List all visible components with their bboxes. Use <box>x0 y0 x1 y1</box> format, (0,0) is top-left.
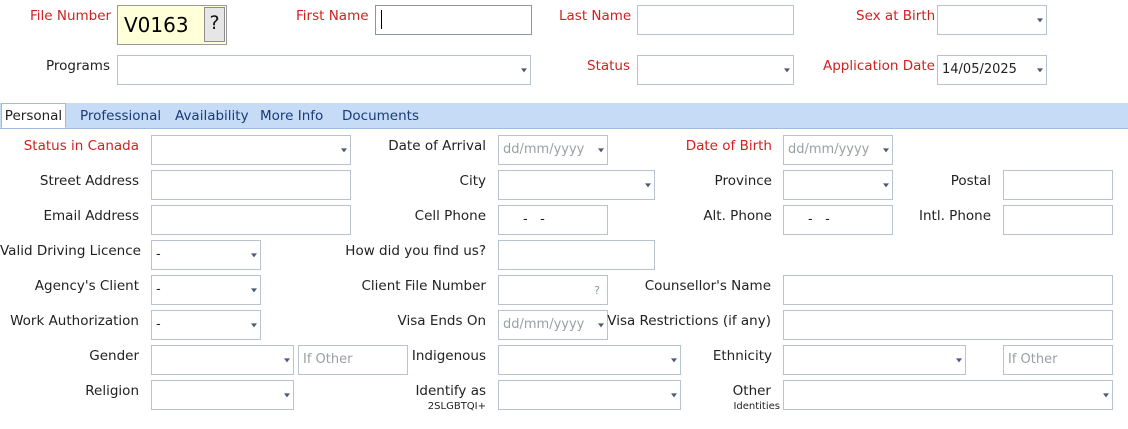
chevron-down-icon <box>883 183 889 188</box>
tab-more-info[interactable]: More Info <box>260 103 323 128</box>
date-of-birth-label: Date of Birth <box>685 138 772 154</box>
programs-select[interactable] <box>117 55 531 85</box>
intl-phone-input[interactable] <box>1003 205 1113 235</box>
alt-phone-label: Alt. Phone <box>703 208 772 224</box>
sex-at-birth-select[interactable] <box>937 5 1047 35</box>
cell-phone-mask: - - <box>523 212 545 227</box>
tab-personal[interactable]: Personal <box>1 103 66 128</box>
street-address-label: Street Address <box>39 173 139 189</box>
file-number-label: File Number <box>30 8 112 24</box>
visa-ends-picker[interactable]: dd/mm/yyyy <box>498 310 608 340</box>
date-of-arrival-picker[interactable]: dd/mm/yyyy <box>498 135 608 165</box>
chevron-down-icon <box>521 68 527 73</box>
chevron-down-icon <box>284 393 290 398</box>
date-of-arrival-label: Date of Arrival <box>388 138 486 154</box>
chevron-down-icon <box>251 253 257 258</box>
status-select[interactable] <box>637 55 794 85</box>
agency-client-select[interactable]: - <box>151 275 261 305</box>
sex-at-birth-label: Sex at Birth <box>856 8 936 24</box>
ethnicity-select[interactable] <box>783 345 966 375</box>
intl-phone-label: Intl. Phone <box>919 208 991 224</box>
client-file-number-input[interactable]: ? <box>498 275 608 305</box>
chevron-down-icon <box>284 358 290 363</box>
ethnicity-other-placeholder: If Other <box>1008 352 1058 367</box>
programs-label: Programs <box>46 58 110 74</box>
identify-as-sublabel: 2SLGBTQI+ <box>427 401 486 412</box>
visa-restrictions-label: Visa Restrictions (if any) <box>607 313 771 329</box>
province-label: Province <box>714 173 772 189</box>
gender-label: Gender <box>89 348 139 364</box>
client-file-number-label: Client File Number <box>361 278 487 294</box>
postal-label: Postal <box>950 173 991 189</box>
chevron-down-icon <box>251 323 257 328</box>
status-in-canada-label: Status in Canada <box>23 138 139 154</box>
tab-documents[interactable]: Documents <box>342 103 419 128</box>
date-of-birth-picker[interactable]: dd/mm/yyyy <box>783 135 893 165</box>
ethnicity-label: Ethnicity <box>712 348 772 364</box>
chevron-down-icon <box>1037 18 1043 23</box>
counsellor-name-label: Counsellor's Name <box>644 278 771 294</box>
text-caret <box>381 10 382 29</box>
work-authorization-label: Work Authorization <box>10 313 139 329</box>
valid-driving-licence-value: - <box>156 247 161 262</box>
last-name-label: Last Name <box>559 8 632 24</box>
postal-input[interactable] <box>1003 170 1113 200</box>
valid-driving-licence-select[interactable]: - <box>151 240 261 270</box>
chevron-down-icon <box>784 68 790 73</box>
religion-select[interactable] <box>151 380 294 410</box>
agency-client-label: Agency's Client <box>34 278 139 294</box>
visa-ends-label: Visa Ends On <box>397 313 486 329</box>
alt-phone-input[interactable]: - - <box>783 205 893 235</box>
find-us-label: How did you find us? <box>345 243 486 259</box>
application-date-value: 14/05/2025 <box>942 62 1017 77</box>
first-name-label: First Name <box>296 8 369 24</box>
other-identities-sublabel: Identities <box>733 401 780 412</box>
email-address-label: Email Address <box>43 208 139 224</box>
tab-availability[interactable]: Availability <box>175 103 249 128</box>
find-us-input[interactable] <box>498 240 655 270</box>
counsellor-name-input[interactable] <box>783 275 1113 305</box>
first-name-input[interactable] <box>375 5 532 35</box>
cell-phone-input[interactable]: - - <box>498 205 608 235</box>
other-identities-label: Other <box>732 383 771 399</box>
city-select[interactable] <box>498 170 655 200</box>
application-date-picker[interactable]: 14/05/2025 <box>937 55 1047 85</box>
visa-restrictions-input[interactable] <box>783 310 1113 340</box>
work-authorization-select[interactable]: - <box>151 310 261 340</box>
chevron-down-icon <box>1103 393 1109 398</box>
chevron-down-icon <box>883 148 889 153</box>
file-lookup-button[interactable]: ? <box>204 7 225 42</box>
application-date-label: Application Date <box>823 58 935 74</box>
street-address-input[interactable] <box>151 170 351 200</box>
indigenous-label: Indigenous <box>411 348 486 364</box>
email-address-input[interactable] <box>151 205 351 235</box>
chevron-down-icon <box>251 288 257 293</box>
cell-phone-label: Cell Phone <box>414 208 486 224</box>
status-label: Status <box>587 58 631 74</box>
valid-driving-licence-label: Valid Driving Licence <box>0 243 141 259</box>
agency-client-value: - <box>156 282 161 297</box>
tab-bar: Personal Professional Availability More … <box>0 103 1128 129</box>
religion-label: Religion <box>85 383 139 399</box>
province-select[interactable] <box>783 170 893 200</box>
alt-phone-mask: - - <box>808 212 830 227</box>
date-of-arrival-placeholder: dd/mm/yyyy <box>503 142 585 157</box>
date-of-birth-placeholder: dd/mm/yyyy <box>788 142 870 157</box>
tab-professional[interactable]: Professional <box>80 103 161 128</box>
chevron-down-icon <box>1037 68 1043 73</box>
status-in-canada-select[interactable] <box>151 135 351 165</box>
file-number-value: V0163 <box>124 13 189 37</box>
gender-select[interactable] <box>151 345 294 375</box>
identify-as-label: Identify as <box>415 383 486 399</box>
other-identities-select[interactable] <box>783 380 1113 410</box>
work-authorization-value: - <box>156 317 161 332</box>
chevron-down-icon <box>598 148 604 153</box>
last-name-input[interactable] <box>637 5 794 35</box>
ethnicity-other-input[interactable]: If Other <box>1003 345 1113 375</box>
city-label: City <box>459 173 486 189</box>
chevron-down-icon <box>956 358 962 363</box>
visa-ends-placeholder: dd/mm/yyyy <box>503 317 585 332</box>
